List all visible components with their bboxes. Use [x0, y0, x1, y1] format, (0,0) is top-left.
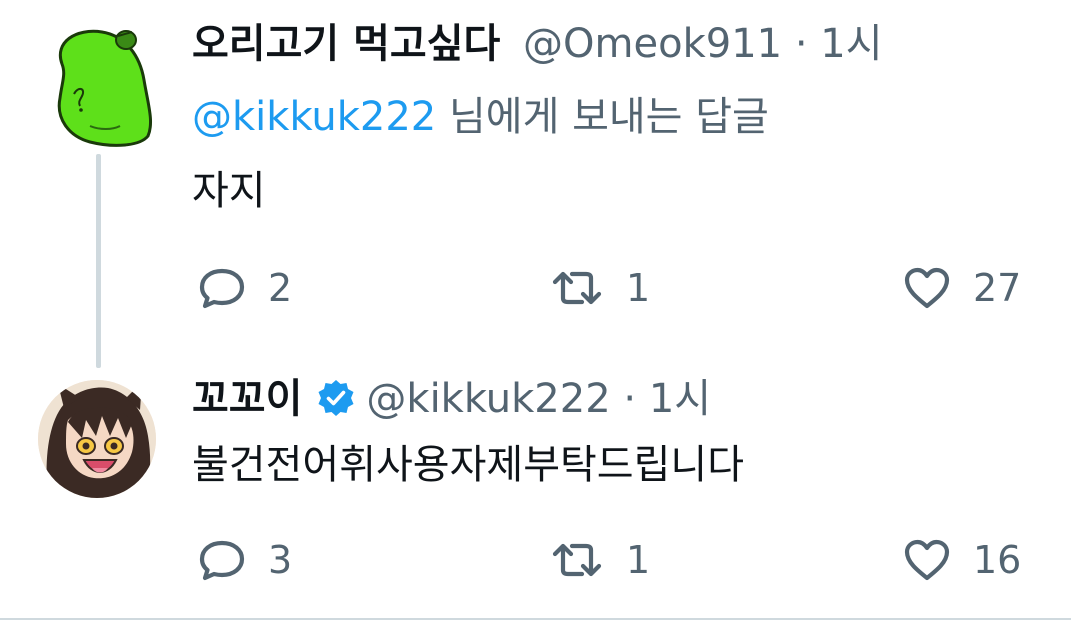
display-name[interactable]: 꼬꼬이: [192, 376, 302, 422]
retweet-icon: [552, 271, 602, 305]
heart-icon: [904, 539, 950, 581]
user-handle[interactable]: @kikkuk222: [366, 376, 610, 422]
anime-catgirl-avatar-icon: [38, 380, 156, 498]
like-count: 27: [973, 266, 1022, 310]
reply-bubble-icon: [199, 268, 245, 309]
avatar-green-cartoon[interactable]: [40, 22, 156, 150]
reply-button[interactable]: 2: [198, 266, 292, 310]
replying-to-suffix: 님에게 보내는 답글: [436, 94, 769, 140]
tweet-header: 꼬꼬이 @kikkuk222 · 1시: [192, 375, 711, 423]
reply-button[interactable]: 3: [198, 538, 292, 582]
replying-to-mention[interactable]: @kikkuk222: [192, 94, 436, 140]
like-button[interactable]: 16: [903, 538, 1021, 582]
retweet-button[interactable]: 1: [550, 266, 650, 310]
tweet-text: 불건전어휘사용자제부탁드립니다: [192, 442, 744, 488]
avatar-anime-catgirl[interactable]: [38, 380, 156, 498]
retweet-button[interactable]: 1: [550, 538, 650, 582]
separator-dot: ·: [623, 376, 637, 422]
retweet-count: 1: [626, 538, 651, 582]
verified-badge-icon: [318, 380, 354, 416]
timestamp[interactable]: 1시: [820, 21, 882, 67]
reply-tweet-2[interactable]: 꼬꼬이 @kikkuk222 · 1시 불건전어휘사용자제부탁드립니다 3 1 …: [0, 330, 1071, 620]
retweet-icon: [552, 543, 602, 577]
tweet-divider: [0, 618, 1071, 620]
green-cartoon-avatar-icon: [57, 29, 152, 147]
tweet-header: 오리고기 먹고싶다 @Omeok911 · 1시: [192, 20, 883, 68]
display-name[interactable]: 오리고기 먹고싶다: [192, 21, 500, 67]
reply-tweet-1[interactable]: 오리고기 먹고싶다 @Omeok911 · 1시 @kikkuk222 님에게 …: [0, 0, 1071, 330]
separator-dot: ·: [794, 21, 808, 67]
tweet-text: 자지: [192, 168, 266, 214]
like-button[interactable]: 27: [903, 266, 1021, 310]
replying-to-line: @kikkuk222 님에게 보내는 답글: [192, 92, 769, 142]
like-count: 16: [973, 538, 1022, 582]
timestamp[interactable]: 1시: [649, 376, 711, 422]
user-handle[interactable]: @Omeok911: [523, 21, 782, 67]
reply-count: 2: [268, 266, 293, 310]
reply-count: 3: [268, 538, 293, 582]
heart-icon: [904, 267, 950, 309]
reply-bubble-icon: [199, 540, 245, 581]
retweet-count: 1: [626, 266, 651, 310]
